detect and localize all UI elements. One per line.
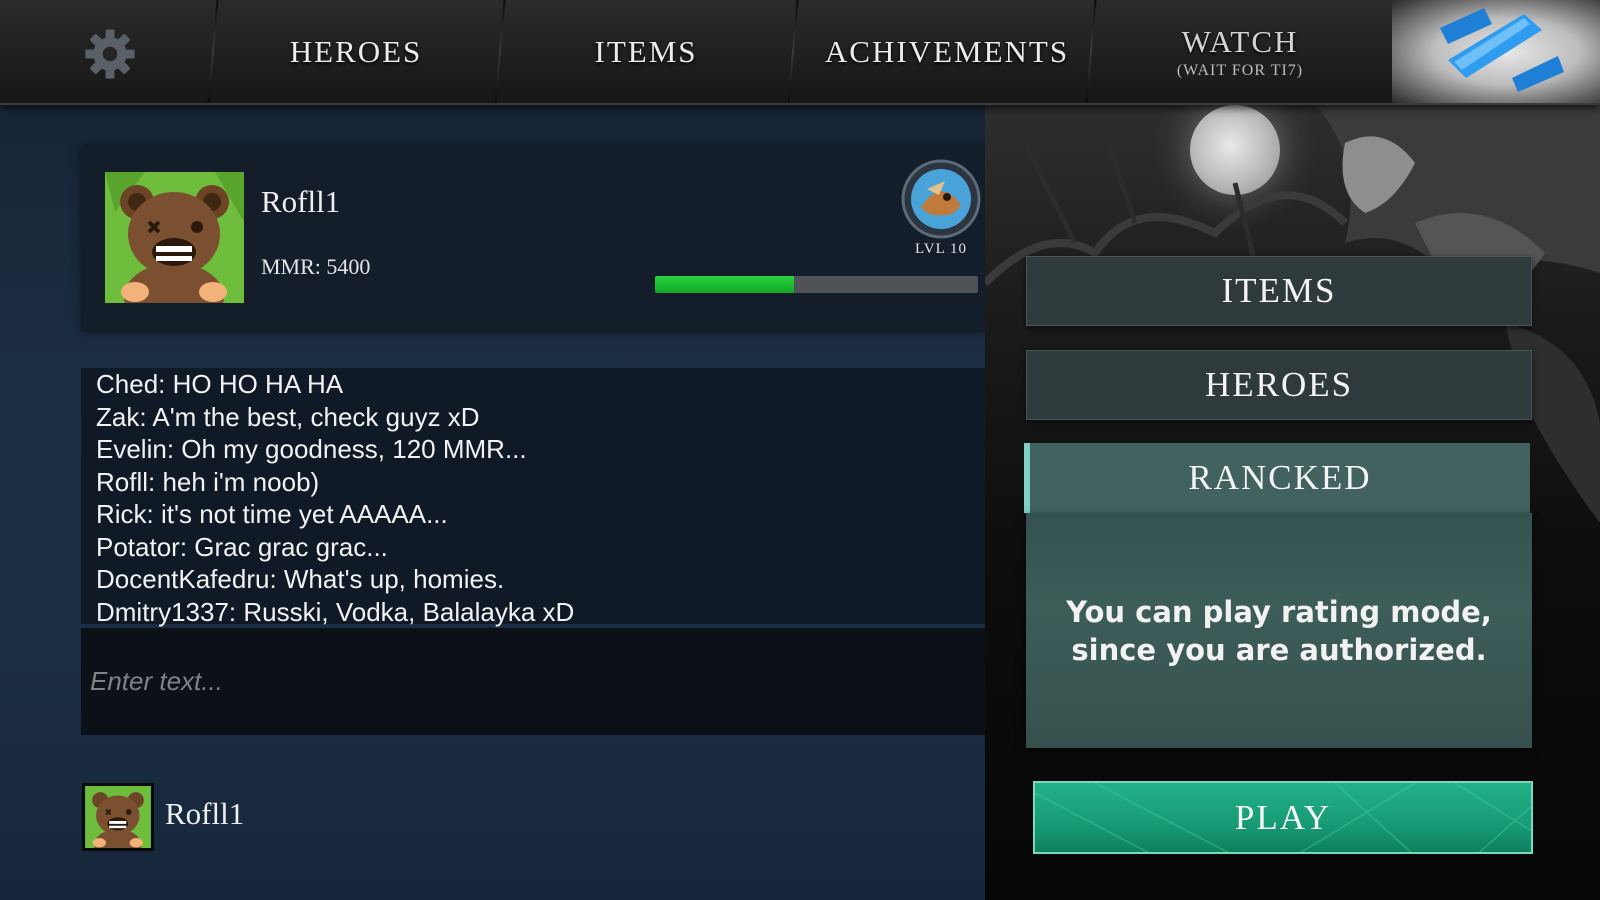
hero-badge-icon[interactable] — [901, 159, 981, 239]
ranked-info-text: You can play rating mode, since you are … — [1066, 594, 1492, 667]
profile-level: LVL 10 — [915, 241, 967, 257]
profile-name: Rofll1 — [261, 184, 341, 219]
play-button-label: PLAY — [1234, 797, 1332, 837]
bear-avatar-icon[interactable] — [105, 172, 244, 303]
chat-message: Rofll: heh i'm noob) — [96, 466, 320, 497]
heroes-menu-button[interactable]: HEROES — [1026, 350, 1532, 420]
dota-logo-icon — [1440, 8, 1564, 92]
current-user-name: Rofll1 — [165, 796, 245, 831]
top-nav: HEROES ITEMS ACHIVEMENTS WATCH (WAIT FOR… — [0, 0, 1600, 105]
nav-watch-label: WATCH — [1181, 23, 1299, 59]
heroes-menu-label: HEROES — [1204, 365, 1354, 404]
items-menu-button[interactable]: ITEMS — [1026, 256, 1532, 326]
nav-items[interactable]: ITEMS — [501, 0, 791, 103]
logo-panel — [1392, 0, 1600, 103]
xp-progress-fill — [655, 276, 794, 293]
nav-heroes-label: HEROES — [289, 33, 423, 69]
nav-heroes[interactable]: HEROES — [214, 0, 498, 103]
chat-message: Ched: HO HO HA HA — [96, 369, 344, 399]
gear-icon[interactable] — [82, 26, 138, 82]
ranked-tab[interactable]: RANCKED — [1024, 443, 1530, 513]
profile-mmr: MMR: 5400 — [261, 254, 371, 279]
chat-message: Dmitry1337: Russki, Vodka, Balalayka xD — [96, 596, 575, 627]
bear-avatar-icon[interactable] — [82, 783, 154, 851]
ranked-info-panel: You can play rating mode, since you are … — [1026, 513, 1532, 748]
chat-message: Zak: A'm the best, check guyz xD — [96, 401, 480, 432]
xp-progress-bar — [655, 276, 978, 293]
play-button[interactable]: PLAY — [1033, 781, 1533, 854]
ranked-tab-label: RANCKED — [1188, 458, 1372, 497]
profile-card: Rofll1 MMR: 5400 LVL 10 — [81, 146, 985, 332]
chat-message: DocentKafedru: What's up, homies. — [96, 564, 505, 594]
items-menu-label: ITEMS — [1221, 271, 1337, 310]
nav-watch[interactable]: WATCH (WAIT FOR TI7) — [1092, 0, 1388, 103]
chat-message: Potator: Grac grac grac... — [96, 531, 388, 562]
chat-input[interactable] — [81, 628, 985, 735]
chat-message: Evelin: Oh my goodness, 120 MMR... — [96, 434, 527, 464]
nav-watch-sublabel: (WAIT FOR TI7) — [1176, 61, 1304, 79]
chat-log: Ched: HO HO HA HA Zak: A'm the best, che… — [81, 368, 985, 627]
nav-items-label: ITEMS — [594, 33, 698, 69]
nav-achivements-label: ACHIVEMENTS — [824, 33, 1070, 69]
chat-message: Rick: it's not time yet AAAAA... — [96, 499, 448, 529]
nav-achivements[interactable]: ACHIVEMENTS — [794, 0, 1100, 103]
